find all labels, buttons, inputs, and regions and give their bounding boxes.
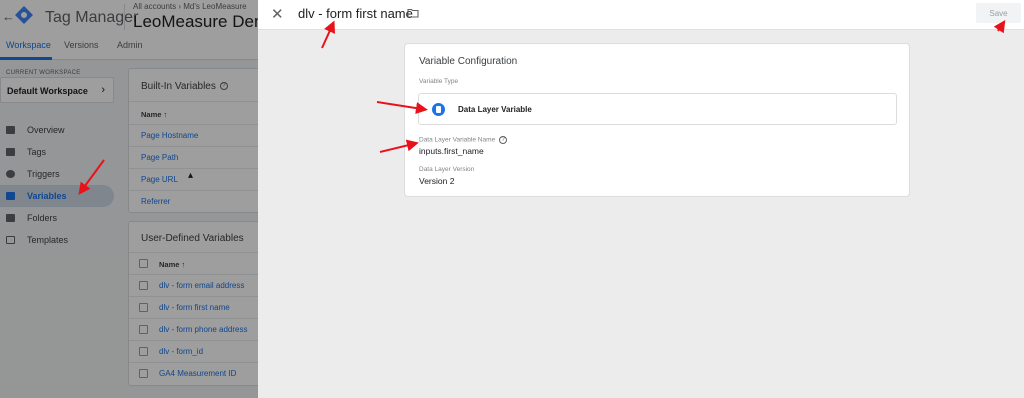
panel-header: ✕ dlv - form first name Save xyxy=(258,0,1024,30)
variable-type-label: Variable Type xyxy=(419,78,459,85)
data-layer-version-label: Data Layer Version xyxy=(419,166,475,173)
data-layer-version-select[interactable]: Version 2 xyxy=(419,176,454,186)
folder-icon[interactable] xyxy=(407,8,419,18)
variable-configuration-title: Variable Configuration xyxy=(419,56,518,67)
variable-type-name: Data Layer Variable xyxy=(458,105,532,114)
variable-name-title[interactable]: dlv - form first name xyxy=(298,6,413,21)
close-icon[interactable]: ✕ xyxy=(271,5,284,23)
variable-edit-panel: ✕ dlv - form first name Save Variable Co… xyxy=(258,0,1024,398)
data-layer-variable-name-label: Data Layer Variable Name? xyxy=(419,136,508,144)
variable-configuration-card: Variable Configuration Variable Type Dat… xyxy=(404,43,910,197)
modal-backdrop[interactable] xyxy=(0,0,258,398)
variable-type-selector[interactable]: Data Layer Variable xyxy=(418,93,897,125)
help-icon[interactable]: ? xyxy=(499,136,508,144)
data-layer-variable-name-field[interactable]: inputs.first_name xyxy=(419,146,484,156)
data-layer-variable-icon xyxy=(432,103,445,116)
data-layer-variable-name-label-text: Data Layer Variable Name xyxy=(419,136,496,144)
save-button[interactable]: Save xyxy=(976,3,1021,23)
